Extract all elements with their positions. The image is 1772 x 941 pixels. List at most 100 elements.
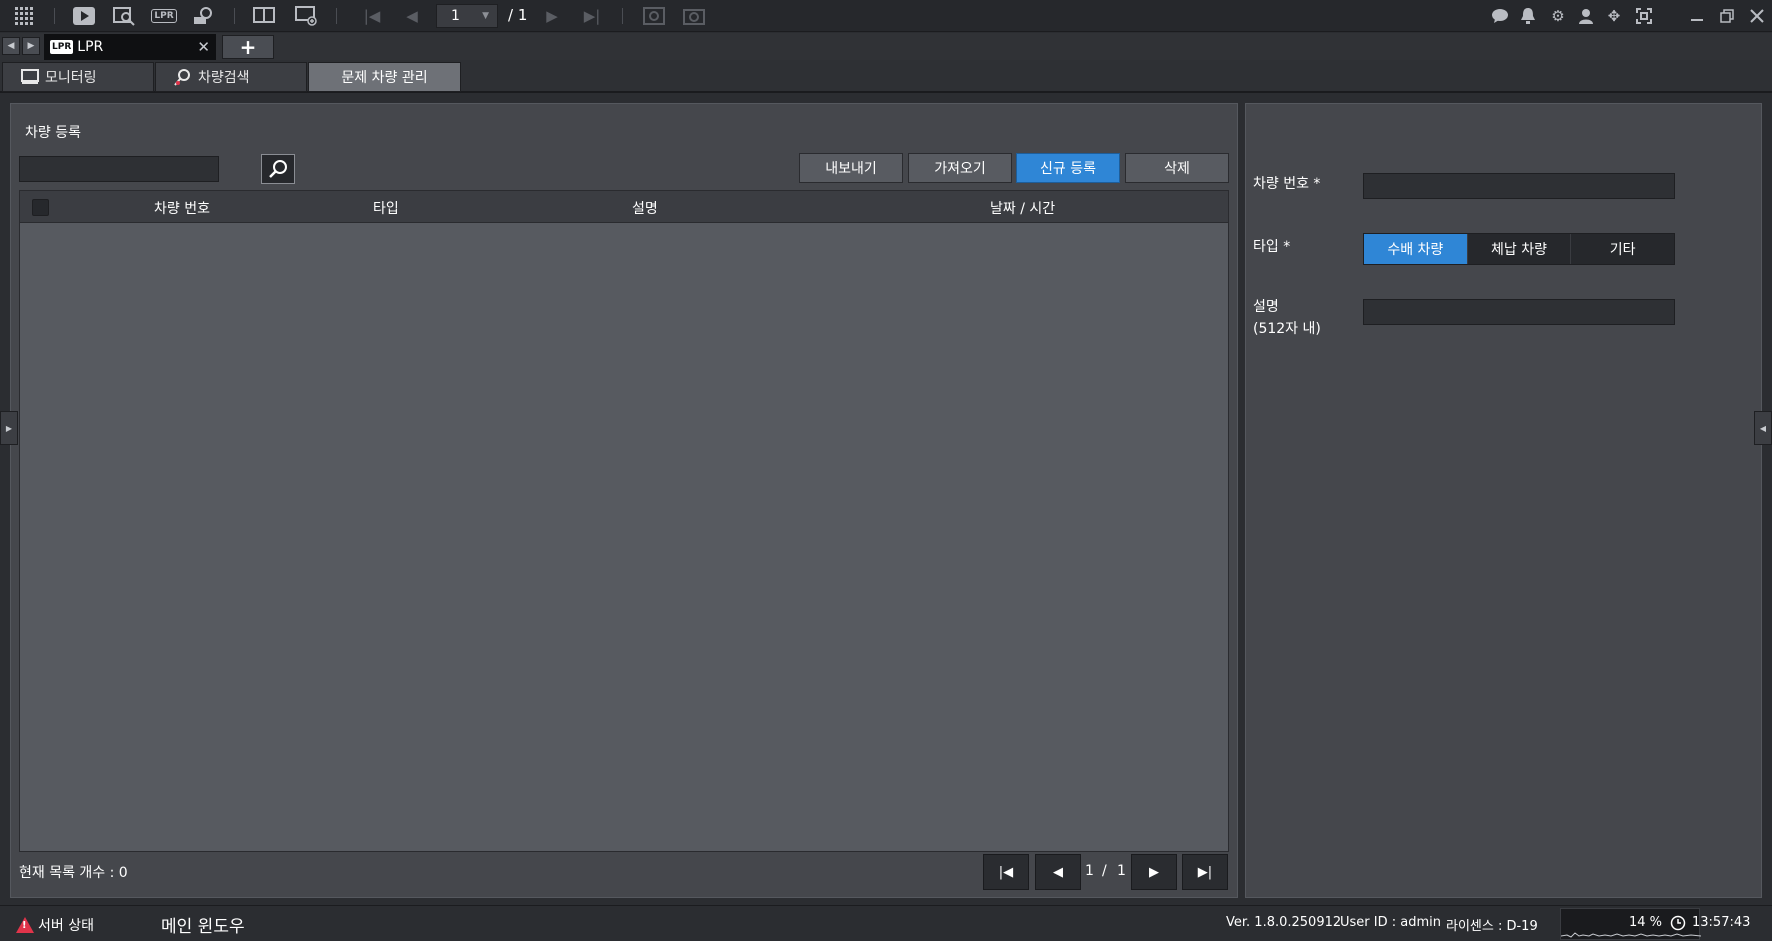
register-button[interactable]: 신규 등록 bbox=[1016, 153, 1120, 183]
main-toolbar: LPR |◀ ◀ 1 ▼ / 1 ▶ ▶| ⚙ ✥ bbox=[0, 0, 1772, 32]
user-icon[interactable] bbox=[1574, 5, 1598, 27]
delete-button[interactable]: 삭제 bbox=[1125, 153, 1229, 183]
next-page-icon: ▶ bbox=[1149, 864, 1159, 880]
type-option-arrears[interactable]: 체납 차량 bbox=[1467, 234, 1572, 264]
grid-icon[interactable] bbox=[12, 5, 36, 27]
chat-icon[interactable] bbox=[1488, 5, 1512, 27]
right-panel-toggle-icon[interactable]: ◀ bbox=[1754, 411, 1772, 445]
fullscreen-icon[interactable] bbox=[1632, 5, 1656, 27]
type-selector: 수배 차량 체납 차량 기타 bbox=[1363, 233, 1675, 265]
minimize-icon[interactable] bbox=[1685, 5, 1709, 27]
tab-close-icon[interactable]: ✕ bbox=[197, 38, 210, 56]
refresh-display-icon[interactable] bbox=[642, 5, 666, 27]
tab-problem-vehicle[interactable]: 문제 차량 관리 bbox=[308, 62, 461, 92]
search-input[interactable] bbox=[19, 156, 219, 182]
delete-label: 삭제 bbox=[1164, 161, 1190, 177]
search-button[interactable] bbox=[261, 154, 295, 184]
description-label: 설명 bbox=[1253, 299, 1279, 315]
tab-monitoring[interactable]: 모니터링 bbox=[2, 62, 154, 92]
description-input[interactable] bbox=[1363, 299, 1675, 325]
tab-vehicle-search[interactable]: 차량검색 bbox=[155, 62, 307, 92]
last-page-icon[interactable]: ▶| bbox=[580, 5, 604, 27]
tab-vehicle-search-label: 차량검색 bbox=[198, 70, 250, 86]
import-label: 가져오기 bbox=[934, 161, 986, 177]
next-page-icon[interactable]: ▶ bbox=[540, 5, 564, 27]
left-panel-toggle-icon[interactable]: ▶ bbox=[0, 411, 18, 445]
last-page-icon: ▶| bbox=[1197, 864, 1213, 880]
tab-problem-vehicle-label: 문제 차량 관리 bbox=[341, 70, 428, 86]
register-label: 신규 등록 bbox=[1040, 161, 1096, 177]
toolbar-divider bbox=[336, 8, 337, 24]
prev-page-icon[interactable]: ◀ bbox=[400, 5, 424, 27]
monitor-icon bbox=[21, 69, 39, 84]
plate-label: 차량 번호 * bbox=[1253, 176, 1321, 192]
toolbar-divider bbox=[54, 8, 55, 24]
export-button[interactable]: 내보내기 bbox=[799, 153, 903, 183]
toolbar-divider bbox=[622, 8, 623, 24]
column-header-description[interactable]: 설명 bbox=[632, 198, 658, 218]
plate-input[interactable] bbox=[1363, 173, 1675, 199]
alert-icon[interactable] bbox=[1516, 5, 1540, 27]
snapshot-icon[interactable] bbox=[682, 5, 706, 27]
restore-icon[interactable] bbox=[1715, 5, 1739, 27]
subtab-bar: 모니터링 차량검색 문제 차량 관리 bbox=[0, 60, 1772, 93]
list-count: 현재 목록 개수 : 0 bbox=[19, 865, 128, 881]
panel-title: 차량 등록 bbox=[25, 125, 81, 141]
vehicle-detail-panel: 차량 번호 * 타입 * 수배 차량 체납 차량 기타 설명 (512자 내) bbox=[1245, 103, 1762, 898]
move-icon[interactable]: ✥ bbox=[1602, 5, 1626, 27]
prev-page-button[interactable]: ◀ bbox=[1035, 854, 1081, 890]
description-hint: (512자 내) bbox=[1253, 321, 1321, 337]
first-page-icon[interactable]: |◀ bbox=[360, 5, 384, 27]
type-option-wanted[interactable]: 수배 차량 bbox=[1364, 234, 1468, 264]
tab-scroll-right-icon[interactable]: ▶ bbox=[22, 37, 40, 55]
first-page-button[interactable]: |◀ bbox=[983, 854, 1029, 890]
cpu-percent: 14 % bbox=[1629, 915, 1663, 930]
server-status[interactable]: 서버 상태 bbox=[38, 915, 94, 935]
lpr-logo-icon: LPR bbox=[50, 40, 74, 54]
playback-search-icon[interactable] bbox=[112, 5, 136, 27]
type-label: 타입 * bbox=[1253, 239, 1291, 255]
import-button[interactable]: 가져오기 bbox=[908, 153, 1012, 183]
version-text: Ver. 1.8.0.250912 bbox=[1226, 915, 1342, 930]
tab-lpr[interactable]: LPR LPR ✕ bbox=[44, 34, 216, 60]
pagination-current: 1 bbox=[1085, 863, 1094, 879]
search-icon bbox=[269, 160, 287, 178]
camera-search-icon[interactable] bbox=[192, 5, 216, 27]
close-window-icon[interactable] bbox=[1745, 5, 1769, 27]
tab-scroll-left-icon[interactable]: ◀ bbox=[2, 37, 20, 55]
add-tab-label: + bbox=[239, 35, 257, 59]
column-header-type[interactable]: 타입 bbox=[373, 198, 399, 218]
layout-icon[interactable] bbox=[252, 5, 276, 27]
prev-page-icon: ◀ bbox=[1053, 864, 1063, 880]
add-display-icon[interactable] bbox=[294, 5, 318, 27]
status-bar: ! 서버 상태 메인 윈도우 Ver. 1.8.0.250912 User ID… bbox=[0, 905, 1772, 941]
column-header-plate[interactable]: 차량 번호 bbox=[154, 198, 210, 218]
license-text: 라이센스 : D-19 bbox=[1446, 919, 1538, 934]
tab-row: ◀ ▶ LPR LPR ✕ + bbox=[0, 33, 1772, 60]
lpr-icon[interactable]: LPR bbox=[151, 5, 177, 27]
next-page-button[interactable]: ▶ bbox=[1131, 854, 1177, 890]
chevron-down-icon: ▼ bbox=[482, 11, 489, 21]
play-icon[interactable] bbox=[72, 5, 96, 27]
warning-icon: ! bbox=[16, 917, 34, 933]
page-current: 1 bbox=[451, 8, 460, 24]
page-select[interactable]: 1 ▼ bbox=[436, 4, 498, 28]
first-page-icon: |◀ bbox=[998, 864, 1014, 880]
pagination-separator: / bbox=[1102, 863, 1107, 879]
column-header-datetime[interactable]: 날짜 / 시간 bbox=[990, 198, 1055, 218]
add-tab-button[interactable]: + bbox=[222, 35, 274, 59]
search-icon bbox=[174, 69, 190, 86]
clock-icon bbox=[1670, 915, 1686, 932]
settings-icon[interactable]: ⚙ bbox=[1546, 5, 1570, 27]
last-page-button[interactable]: ▶| bbox=[1182, 854, 1228, 890]
vehicle-list-panel: 차량 등록 내보내기 가져오기 신규 등록 삭제 차량 번호 타입 설명 날짜 … bbox=[10, 103, 1238, 898]
page-total: / 1 bbox=[508, 6, 528, 24]
user-id-text: User ID : admin bbox=[1340, 915, 1441, 930]
export-label: 내보내기 bbox=[825, 161, 877, 177]
select-all-checkbox[interactable] bbox=[32, 199, 49, 216]
type-option-other[interactable]: 기타 bbox=[1571, 234, 1675, 264]
tab-lpr-label: LPR bbox=[77, 39, 104, 55]
vehicle-table: 차량 번호 타입 설명 날짜 / 시간 bbox=[19, 190, 1229, 852]
clock-time: 13:57:43 bbox=[1692, 915, 1751, 930]
tab-monitoring-label: 모니터링 bbox=[45, 70, 97, 86]
